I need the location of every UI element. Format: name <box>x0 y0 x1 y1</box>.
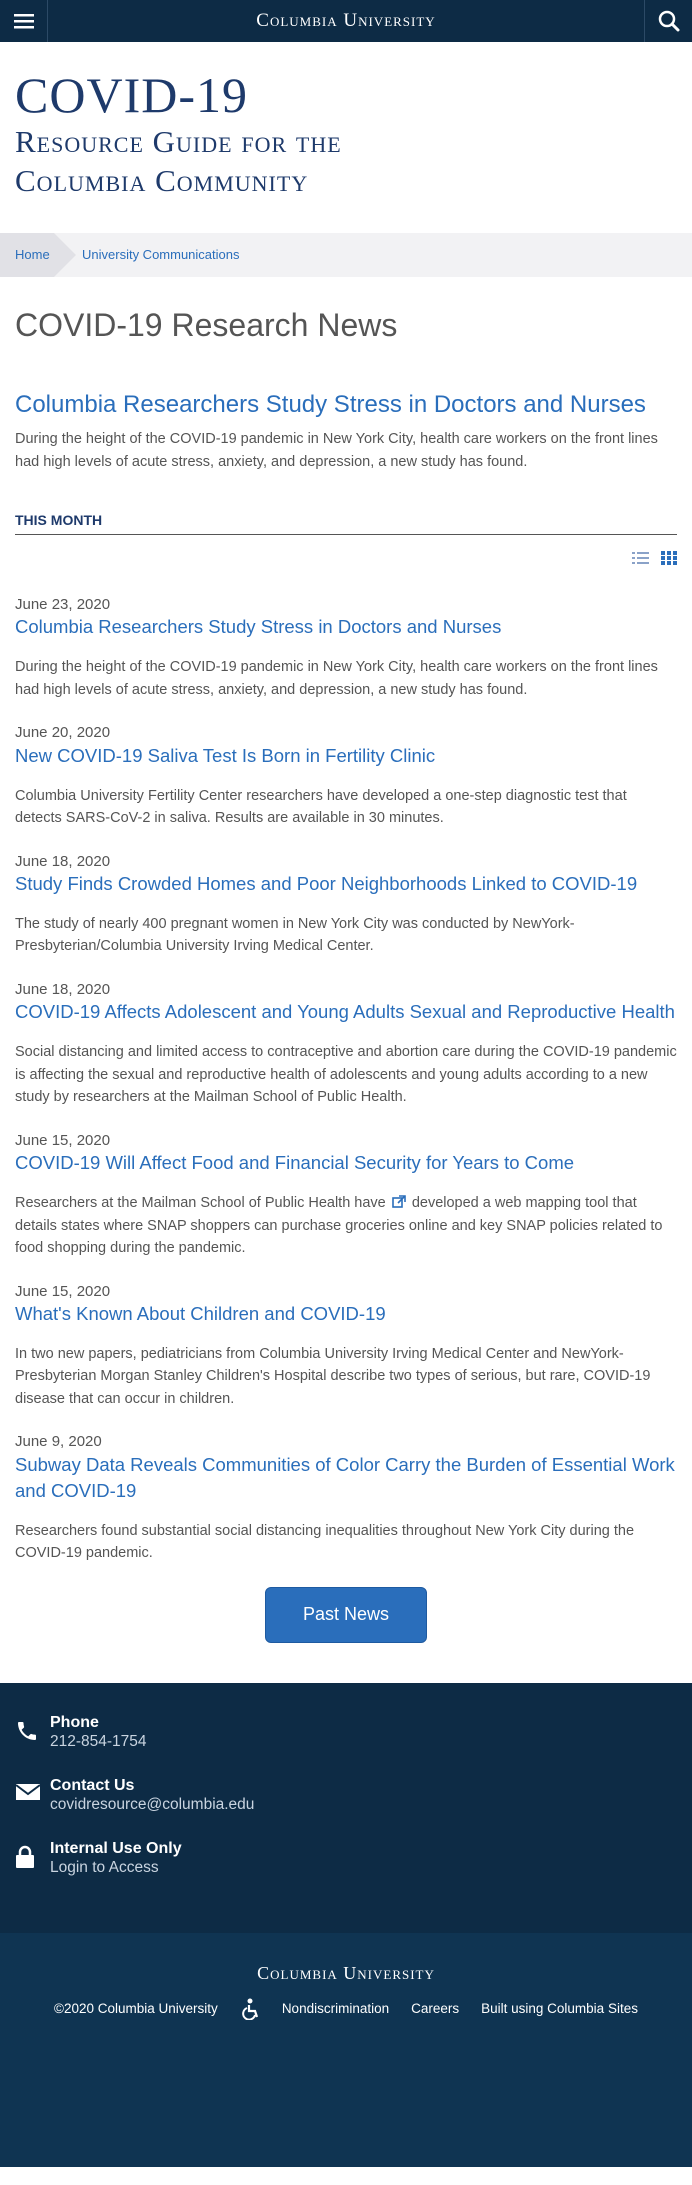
breadcrumb-home[interactable]: Home <box>0 232 76 277</box>
menu-button[interactable] <box>0 0 48 42</box>
main-content: COVID-19 Research News Columbia Research… <box>0 307 692 1643</box>
page-title: COVID-19 Research News <box>15 306 398 343</box>
news-desc: Researchers at the Mailman School of Pub… <box>15 1192 677 1259</box>
accessibility-icon[interactable] <box>240 1998 260 2020</box>
featured-story-title[interactable]: Columbia Researchers Study Stress in Doc… <box>15 391 646 418</box>
hamburger-icon <box>13 14 34 29</box>
footer-bottom: Columbia University ©2020 Columbia Unive… <box>0 1932 692 2167</box>
site-subtitle-line1[interactable]: Resource Guide for the <box>15 123 677 162</box>
careers-link[interactable]: Careers <box>411 2001 459 2016</box>
news-date: June 20, 2020 <box>15 724 111 742</box>
footer-links: ©2020 Columbia University Nondiscriminat… <box>0 1998 692 2020</box>
internal-label: Internal Use Only <box>50 1840 182 1858</box>
news-desc: Columbia University Fertility Center res… <box>15 787 627 827</box>
news-desc: The study of nearly 400 pregnant women i… <box>15 916 575 955</box>
past-news-wrap: Past News <box>15 1586 677 1643</box>
news-desc: In two new papers, pediatricians from Co… <box>15 1345 651 1407</box>
contact-label: Contact Us <box>50 1776 135 1794</box>
external-link-icon <box>391 1195 406 1208</box>
news-date: June 15, 2020 <box>15 1131 111 1149</box>
search-icon <box>658 10 679 32</box>
section-heading-this-month: THIS MONTH <box>15 512 677 535</box>
news-title[interactable]: Subway Data Reveals Communities of Color… <box>15 1454 675 1501</box>
site-subtitle-line2[interactable]: Columbia Community <box>15 162 677 201</box>
phone-number[interactable]: 212-854-1754 <box>50 1732 147 1752</box>
nondiscrimination-link[interactable]: Nondiscrimination <box>282 2001 389 2016</box>
news-title[interactable]: Columbia Researchers Study Stress in Doc… <box>15 616 501 637</box>
view-toggle <box>15 550 677 567</box>
lock-icon <box>16 1846 34 1869</box>
news-item: June 15, 2020 What's Known About Childre… <box>15 1282 677 1411</box>
footer-contact-us: Contact Us covidresource@columbia.edu <box>15 1776 677 1815</box>
news-date: June 23, 2020 <box>15 595 111 613</box>
news-item: June 18, 2020 COVID-19 Affects Adolescen… <box>15 980 677 1109</box>
breadcrumb: Home University Communications <box>0 232 692 277</box>
phone-label: Phone <box>50 1713 99 1731</box>
featured-story-desc: During the height of the COVID-19 pandem… <box>15 430 658 470</box>
list-view-icon[interactable] <box>632 551 649 565</box>
footer-brand[interactable]: Columbia University <box>0 1963 692 1984</box>
university-brand[interactable]: Columbia University <box>256 10 435 32</box>
news-title[interactable]: New COVID-19 Saliva Test Is Born in Fert… <box>15 745 435 766</box>
news-item: June 20, 2020 New COVID-19 Saliva Test I… <box>15 723 677 829</box>
footer-phone: Phone 212-854-1754 <box>15 1713 677 1752</box>
internal-after-text: to Access <box>92 1859 159 1877</box>
built-using-link[interactable]: Built using Columbia Sites <box>481 2001 638 2016</box>
internal-access: Login to Access <box>50 1858 182 1878</box>
footer-contact: Phone 212-854-1754 Contact Us covidresou… <box>0 1682 692 1933</box>
news-item: June 15, 2020 COVID-19 Will Affect Food … <box>15 1131 677 1260</box>
login-link[interactable]: Login <box>50 1859 88 1876</box>
featured-story: Columbia Researchers Study Stress in Doc… <box>15 388 677 474</box>
news-title[interactable]: What's Known About Children and COVID-19 <box>15 1303 386 1324</box>
past-news-button[interactable]: Past News <box>265 1586 427 1643</box>
news-date: June 18, 2020 <box>15 852 111 870</box>
news-date: June 15, 2020 <box>15 1282 111 1300</box>
news-desc: Researchers found substantial social dis… <box>15 1522 635 1562</box>
news-date: June 9, 2020 <box>15 1433 102 1451</box>
footer-internal: Internal Use Only Login to Access <box>15 1839 677 1878</box>
news-desc-text: Researchers at the Mailman School of Pub… <box>15 1195 386 1212</box>
news-list: June 23, 2020 Columbia Researchers Study… <box>15 595 677 1565</box>
site-title[interactable]: COVID-19 <box>15 68 677 123</box>
news-title[interactable]: COVID-19 Will Affect Food and Financial … <box>15 1152 574 1173</box>
top-bar: Columbia University <box>0 0 692 42</box>
news-title[interactable]: COVID-19 Affects Adolescent and Young Ad… <box>15 1001 675 1022</box>
phone-icon <box>18 1721 36 1740</box>
news-item: June 23, 2020 Columbia Researchers Study… <box>15 595 677 701</box>
search-button[interactable] <box>644 0 692 42</box>
breadcrumb-university-communications[interactable]: University Communications <box>54 247 240 262</box>
grid-view-icon[interactable] <box>661 550 677 565</box>
copyright: ©2020 Columbia University <box>54 2001 218 2017</box>
contact-email[interactable]: covidresource@columbia.edu <box>50 1795 254 1815</box>
envelope-icon <box>15 1783 41 1800</box>
news-desc: Social distancing and limited access to … <box>15 1044 677 1106</box>
news-date: June 18, 2020 <box>15 980 111 998</box>
news-item: June 9, 2020 Subway Data Reveals Communi… <box>15 1432 677 1564</box>
site-header: COVID-19 Resource Guide for the Columbia… <box>0 42 692 233</box>
web-mapping-tool-link[interactable]: developed a web mapping tool <box>412 1195 609 1211</box>
news-item: June 18, 2020 Study Finds Crowded Homes … <box>15 852 677 958</box>
news-title[interactable]: Study Finds Crowded Homes and Poor Neigh… <box>15 873 637 894</box>
news-desc: During the height of the COVID-19 pandem… <box>15 659 658 698</box>
